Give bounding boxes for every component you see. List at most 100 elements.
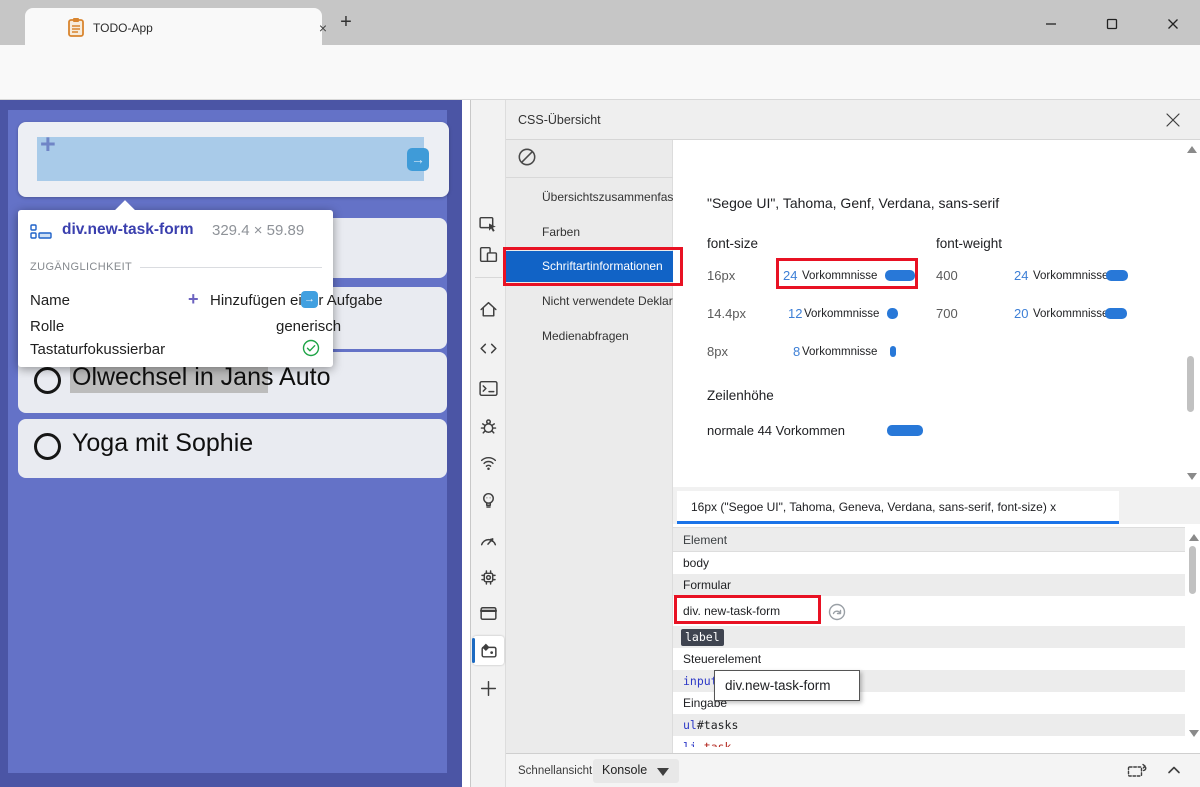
a11y-focusable-label: Tastaturfokussierbar bbox=[30, 341, 165, 358]
home-icon[interactable] bbox=[478, 299, 499, 320]
accessibility-section-title: ZUGÄNGLICHKEIT bbox=[30, 261, 132, 273]
devtools-panel: … ? CSS-Übersicht Übersichtszusammenfass… bbox=[470, 100, 1200, 787]
browser-toolbar: https://microsoftedge.github.io/Demos/de… bbox=[0, 45, 1200, 100]
table-row[interactable]: Formular bbox=[673, 574, 1185, 596]
row-element-text: body bbox=[683, 556, 709, 570]
occurrence-bar bbox=[887, 425, 923, 436]
row-element-text: div. new-task-form bbox=[683, 604, 780, 618]
debugger-bug-icon[interactable] bbox=[478, 416, 499, 437]
tab-todo-app[interactable]: TODO-App × bbox=[25, 8, 322, 45]
occurrence-count-link[interactable]: 8 bbox=[793, 344, 800, 359]
task-checkbox[interactable] bbox=[34, 433, 61, 460]
issues-lightbulb-icon[interactable] bbox=[478, 490, 499, 511]
scroll-down-arrow[interactable] bbox=[1187, 473, 1197, 480]
table-row[interactable]: body bbox=[673, 552, 1185, 574]
css-overview-tool-selected[interactable] bbox=[473, 636, 504, 665]
device-emulation-icon[interactable] bbox=[478, 244, 499, 265]
occurrence-count-link[interactable]: 24 bbox=[1014, 268, 1028, 283]
detail-tab-underline bbox=[677, 521, 1119, 524]
submit-arrow-icon: → bbox=[301, 291, 318, 308]
font-weight-value: 400 bbox=[936, 268, 958, 283]
focusable-check-icon bbox=[302, 339, 320, 357]
new-tab-button[interactable]: + bbox=[334, 10, 358, 34]
clipboard-favicon-icon bbox=[67, 17, 85, 37]
sidebar-item-media-queries[interactable]: Medienabfragen bbox=[542, 329, 629, 343]
inspect-tooltip: div.new-task-form 329.4 × 59.89 ZUGÄNGLI… bbox=[18, 210, 333, 367]
detail-tab-row: 16px ("Segoe UI", Tahoma, Geneva, Verdan… bbox=[673, 487, 1200, 524]
scroll-down-arrow[interactable] bbox=[1189, 730, 1199, 737]
new-task-input[interactable] bbox=[37, 137, 424, 181]
row-element-text: Formular bbox=[683, 578, 731, 592]
occurrence-bar bbox=[887, 308, 898, 319]
css-overview-header: CSS-Übersicht bbox=[506, 100, 1200, 140]
inspected-element-dimensions: 329.4 × 59.89 bbox=[212, 222, 304, 239]
occurrence-count-link[interactable]: 12 bbox=[788, 306, 802, 321]
sidebar-item-colors[interactable]: Farben bbox=[542, 225, 580, 239]
row-element-tag: input bbox=[683, 674, 718, 688]
window-close-button[interactable] bbox=[1158, 8, 1188, 40]
table-row-label[interactable]: label bbox=[673, 626, 1185, 648]
quick-view-dropdown[interactable]: Konsole bbox=[593, 759, 679, 783]
quick-view-statusbar: Schnellansicht Konsole bbox=[506, 753, 1200, 787]
task-card-yoga[interactable]: Yoga mit Sophie bbox=[18, 419, 447, 478]
accessibility-section: ZUGÄNGLICHKEIT bbox=[30, 261, 322, 273]
occurrence-word: Vorkommnisse bbox=[804, 308, 879, 320]
inspect-element-icon[interactable] bbox=[478, 214, 499, 235]
memory-chip-icon[interactable] bbox=[478, 567, 499, 588]
quick-view-label: Schnellansicht bbox=[518, 765, 592, 777]
table-row[interactable]: ul#tasks bbox=[673, 714, 1185, 736]
scroll-up-arrow[interactable] bbox=[1189, 534, 1199, 541]
dropdown-arrow-icon bbox=[657, 768, 669, 776]
hover-tooltip-text: div.new-task-form bbox=[725, 678, 831, 693]
table-row-clipped[interactable]: li.task bbox=[673, 736, 1185, 747]
elements-code-icon[interactable] bbox=[478, 338, 499, 359]
row-element-suffix: #tasks bbox=[697, 718, 739, 732]
occurrence-bar bbox=[890, 346, 896, 357]
a11y-name-label: Name bbox=[30, 292, 70, 309]
add-tool-plus-icon[interactable] bbox=[478, 678, 499, 699]
performance-gauge-icon[interactable] bbox=[478, 530, 499, 551]
expand-chevron-icon[interactable] bbox=[1166, 763, 1182, 777]
clear-overview-icon[interactable] bbox=[516, 146, 538, 168]
task-label: Ölwechsel in Jans Auto bbox=[72, 363, 330, 392]
font-size-value: 16px bbox=[707, 268, 735, 283]
submit-task-button[interactable]: → bbox=[407, 148, 429, 171]
detail-tab[interactable]: 16px ("Segoe UI", Tahoma, Geneva, Verdan… bbox=[677, 491, 1119, 524]
console-icon[interactable] bbox=[478, 378, 499, 399]
window-minimize-button[interactable] bbox=[1036, 8, 1066, 40]
occurrence-bar bbox=[1105, 308, 1127, 319]
dock-side-icon[interactable] bbox=[1126, 761, 1150, 781]
font-size-title: font-size bbox=[707, 236, 758, 251]
reveal-in-elements-icon[interactable] bbox=[828, 603, 846, 621]
occurrence-word: Vorkommnisse bbox=[802, 270, 877, 282]
occurrence-bar bbox=[885, 270, 915, 281]
tab-close-icon[interactable]: × bbox=[313, 18, 333, 38]
page-scrollbar-gutter[interactable] bbox=[462, 100, 470, 787]
network-icon[interactable] bbox=[478, 452, 499, 473]
table-row-new-task-form[interactable]: div. new-task-form bbox=[673, 596, 1185, 626]
sidebar-item-font-info-label: Schriftartinformationen bbox=[542, 259, 663, 273]
element-hover-tooltip: div.new-task-form bbox=[714, 670, 860, 701]
application-window-icon[interactable] bbox=[478, 603, 499, 624]
table-header-element: Element bbox=[683, 533, 727, 547]
row-element-suffix: .task bbox=[697, 740, 732, 747]
row-element-tag: ul bbox=[683, 718, 697, 732]
browser-window: TODO-App × + https://microsofted bbox=[0, 0, 1200, 787]
add-task-plus-icon: + bbox=[40, 129, 56, 160]
table-header-row: Element bbox=[673, 527, 1185, 552]
window-maximize-button[interactable] bbox=[1097, 8, 1127, 40]
table-row[interactable]: Steuerelement bbox=[673, 648, 1185, 670]
scroll-up-arrow[interactable] bbox=[1187, 146, 1197, 153]
font-weight-title: font-weight bbox=[936, 236, 1002, 251]
scrollbar-thumb[interactable] bbox=[1187, 356, 1194, 412]
font-size-value: 8px bbox=[707, 344, 728, 359]
quick-view-dropdown-value: Konsole bbox=[602, 763, 647, 777]
occurrence-count-link[interactable]: 20 bbox=[1014, 306, 1028, 321]
font-family-heading: "Segoe UI", Tahoma, Genf, Verdana, sans-… bbox=[707, 195, 999, 211]
occurrence-count-link[interactable]: 24 bbox=[783, 268, 797, 283]
new-task-form: + → bbox=[18, 122, 449, 197]
devtools-close-icon[interactable] bbox=[1163, 110, 1183, 130]
task-checkbox[interactable] bbox=[34, 367, 61, 394]
scrollbar-thumb[interactable] bbox=[1189, 546, 1196, 594]
detail-tab-label: 16px ("Segoe UI", Tahoma, Geneva, Verdan… bbox=[691, 500, 1056, 514]
